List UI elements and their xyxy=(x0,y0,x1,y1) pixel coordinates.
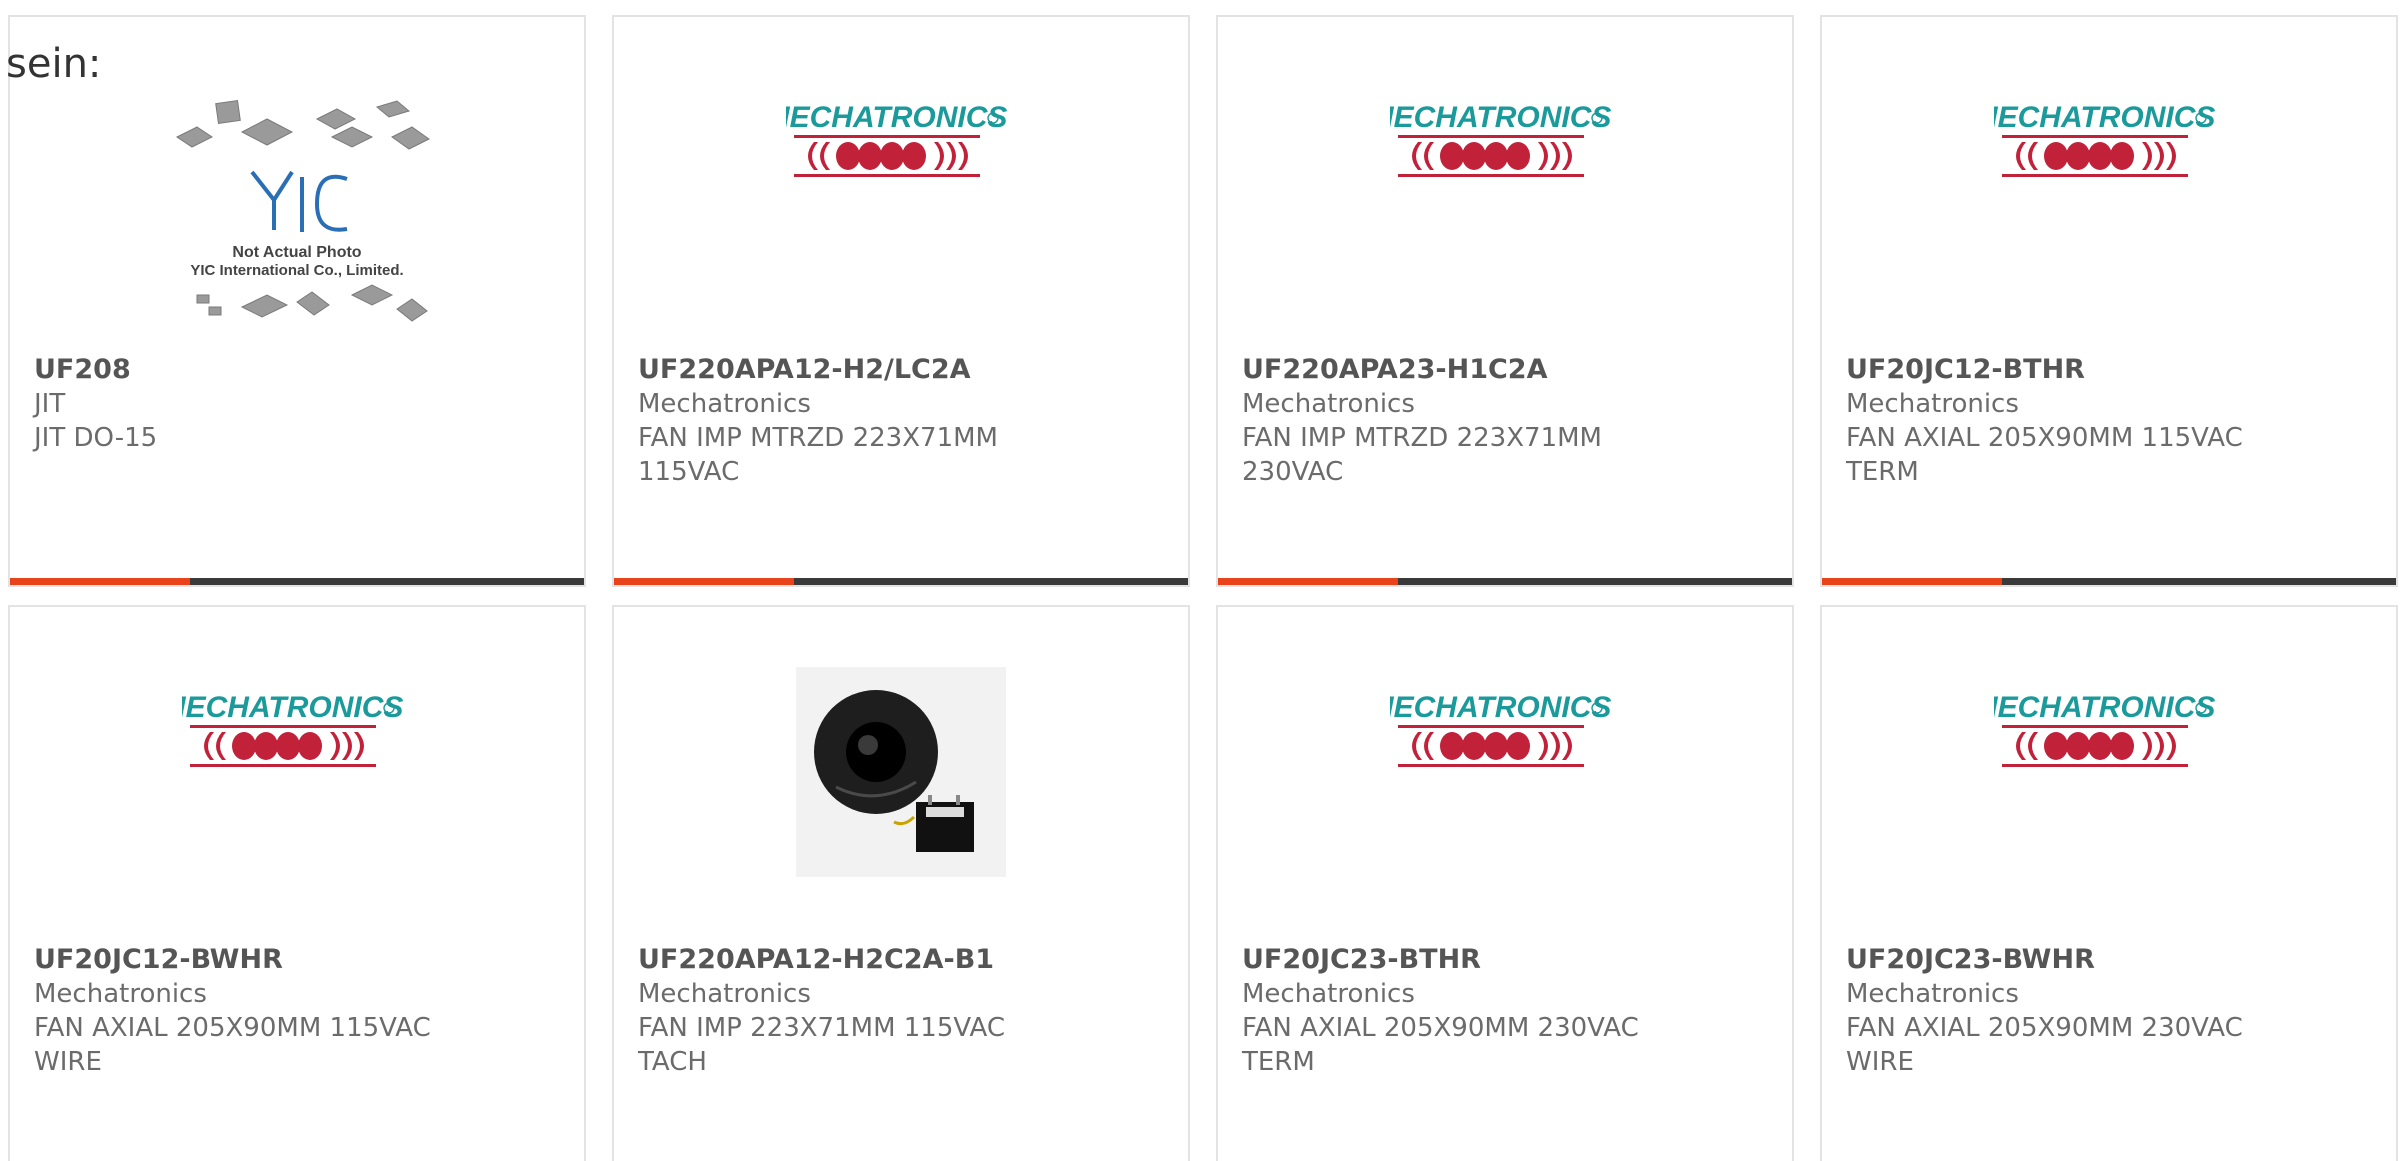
product-card[interactable]: MECHATRONICS UF20JC23-BTHR Mechatronics … xyxy=(1216,605,1794,1161)
manufacturer: Mechatronics xyxy=(638,979,811,1009)
manufacturer: JIT xyxy=(34,389,66,419)
product-card[interactable]: MECHATRONICS UF220APA23-H1C2A Mechatroni… xyxy=(1216,15,1794,587)
svg-text:MECHATRONICS: MECHATRONICS xyxy=(1994,691,2215,724)
part-number[interactable]: UF20JC12-BWHR xyxy=(34,943,560,977)
part-number[interactable]: UF20JC23-BWHR xyxy=(1846,943,2372,977)
product-card[interactable]: UF220APA12-H2C2A-B1 Mechatronics FAN IMP… xyxy=(612,605,1190,1161)
description: FAN IMP MTRZD 223X71MM 230VAC xyxy=(1242,423,1602,487)
card-bar-accent xyxy=(1218,578,1398,585)
description: FAN AXIAL 205X90MM 230VAC WIRE xyxy=(1846,1013,2243,1077)
intro-text: sein: xyxy=(6,41,102,87)
manufacturer: Mechatronics xyxy=(638,389,811,419)
card-bar-accent xyxy=(614,578,794,585)
product-info: UF20JC12-BTHR Mechatronics FAN AXIAL 205… xyxy=(1846,353,2372,489)
card-progress-bar xyxy=(614,578,1188,585)
product-image[interactable]: MECHATRONICS xyxy=(1218,87,1792,387)
part-number[interactable]: UF20JC12-BTHR xyxy=(1846,353,2372,387)
manufacturer: Mechatronics xyxy=(1846,979,2019,1009)
svg-text:MECHATRONICS: MECHATRONICS xyxy=(1390,691,1611,724)
product-card[interactable]: MECHATRONICS UF20JC12-BTHR Mechatronics … xyxy=(1820,15,2398,587)
description: FAN AXIAL 205X90MM 230VAC TERM xyxy=(1242,1013,1639,1077)
mechatronics-logo: MECHATRONICS xyxy=(1390,101,1611,177)
description: FAN IMP 223X71MM 115VAC TACH xyxy=(638,1013,1005,1077)
product-image[interactable]: MECHATRONICS xyxy=(1218,677,1792,977)
card-progress-bar xyxy=(1822,578,2396,585)
product-info: UF208 JIT JIT DO-15 xyxy=(34,353,560,455)
product-card[interactable]: Not Actual Photo YIC International Co., … xyxy=(8,15,586,587)
mechatronics-logo: MECHATRONICS xyxy=(1994,101,2215,177)
not-actual-photo-placeholder: Not Actual Photo YIC International Co., … xyxy=(176,100,430,322)
mechatronics-logo: MECHATRONICS xyxy=(182,691,403,767)
product-image[interactable] xyxy=(614,667,1188,967)
mechatronics-logo: MECHATRONICS xyxy=(1994,691,2215,767)
product-card[interactable]: MECHATRONICS UF20JC12-BWHR Mechatronics … xyxy=(8,605,586,1161)
manufacturer: Mechatronics xyxy=(1242,979,1415,1009)
product-image[interactable]: MECHATRONICS xyxy=(1822,677,2396,977)
svg-text:MECHATRONICS: MECHATRONICS xyxy=(182,691,403,724)
svg-text:YIC International Co., Limited: YIC International Co., Limited. xyxy=(190,262,403,279)
card-bar-accent xyxy=(1822,578,2002,585)
description: FAN AXIAL 205X90MM 115VAC TERM xyxy=(1846,423,2243,487)
mechatronics-logo: MECHATRONICS xyxy=(786,101,1007,177)
card-bar-accent xyxy=(10,578,190,585)
manufacturer: Mechatronics xyxy=(34,979,207,1009)
description: JIT DO-15 xyxy=(34,423,158,453)
part-number[interactable]: UF20JC23-BTHR xyxy=(1242,943,1768,977)
product-card[interactable]: MECHATRONICS UF20JC23-BWHR Mechatronics … xyxy=(1820,605,2398,1161)
svg-text:MECHATRONICS: MECHATRONICS xyxy=(1390,101,1611,134)
product-image[interactable]: Not Actual Photo YIC International Co., … xyxy=(10,97,584,397)
product-image[interactable]: MECHATRONICS xyxy=(614,87,1188,387)
product-image[interactable]: MECHATRONICS xyxy=(10,677,584,977)
description: FAN IMP MTRZD 223X71MM 115VAC xyxy=(638,423,998,487)
impeller-fan-photo xyxy=(796,667,1006,877)
product-image[interactable]: MECHATRONICS xyxy=(1822,87,2396,387)
product-info: UF20JC23-BTHR Mechatronics FAN AXIAL 205… xyxy=(1242,943,1768,1079)
product-info: UF220APA12-H2C2A-B1 Mechatronics FAN IMP… xyxy=(638,943,1164,1079)
product-card[interactable]: MECHATRONICS UF220APA12-H2/LC2A Mechatro… xyxy=(612,15,1190,587)
part-number[interactable]: UF220APA12-H2/LC2A xyxy=(638,353,1164,387)
manufacturer: Mechatronics xyxy=(1846,389,2019,419)
product-info: UF220APA23-H1C2A Mechatronics FAN IMP MT… xyxy=(1242,353,1768,489)
part-number[interactable]: UF220APA12-H2C2A-B1 xyxy=(638,943,1164,977)
card-progress-bar xyxy=(10,578,584,585)
product-info: UF20JC23-BWHR Mechatronics FAN AXIAL 205… xyxy=(1846,943,2372,1079)
card-progress-bar xyxy=(1218,578,1792,585)
manufacturer: Mechatronics xyxy=(1242,389,1415,419)
mechatronics-logo: MECHATRONICS xyxy=(1390,691,1611,767)
product-info: UF220APA12-H2/LC2A Mechatronics FAN IMP … xyxy=(638,353,1164,489)
part-number[interactable]: UF220APA23-H1C2A xyxy=(1242,353,1768,387)
description: FAN AXIAL 205X90MM 115VAC WIRE xyxy=(34,1013,431,1077)
svg-text:MECHATRONICS: MECHATRONICS xyxy=(786,101,1007,134)
part-number[interactable]: UF208 xyxy=(34,353,560,387)
svg-text:Not Actual Photo: Not Actual Photo xyxy=(232,244,361,261)
svg-text:MECHATRONICS: MECHATRONICS xyxy=(1994,101,2215,134)
page: sein: Not Actual Photo YIC International… xyxy=(0,0,2400,1161)
product-info: UF20JC12-BWHR Mechatronics FAN AXIAL 205… xyxy=(34,943,560,1079)
